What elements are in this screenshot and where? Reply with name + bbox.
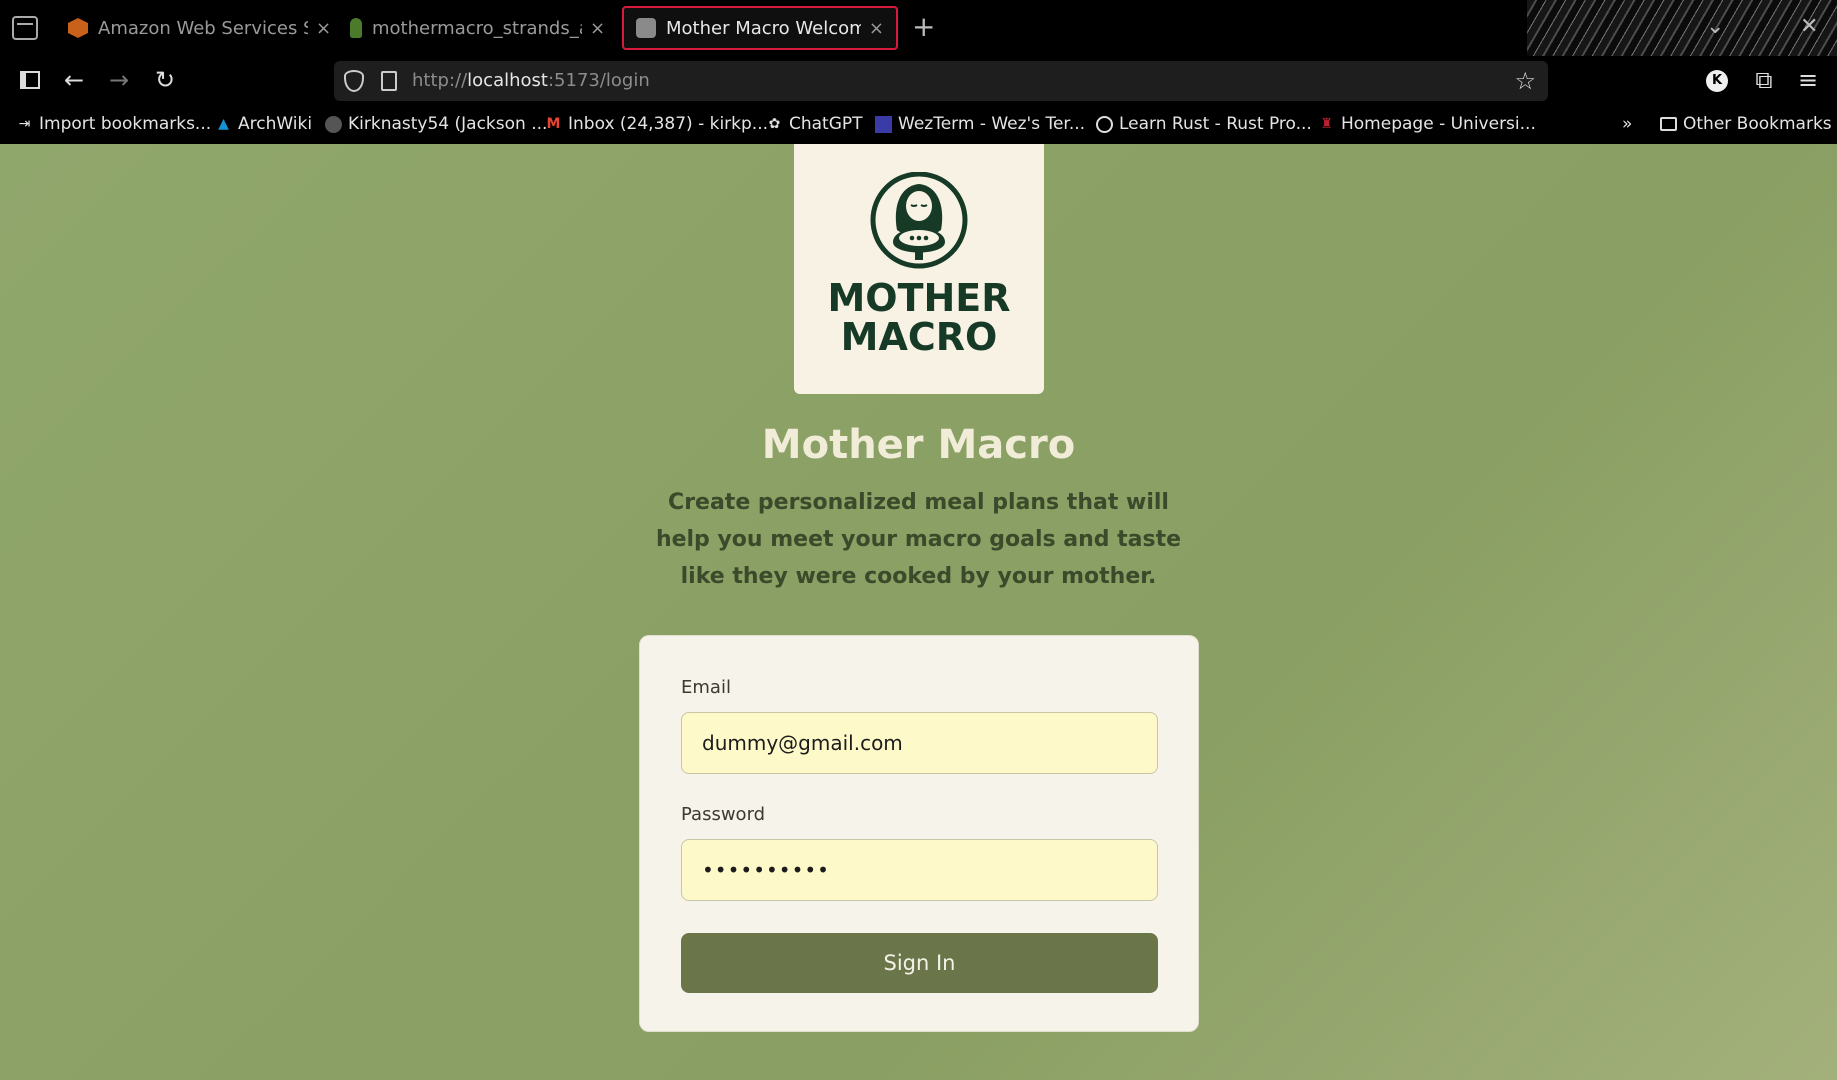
more-bookmarks-icon[interactable]: » [1622,114,1632,134]
close-window-icon[interactable]: ✕ [1800,14,1818,39]
close-icon[interactable]: × [316,18,331,39]
university-icon: ♜ [1320,115,1333,132]
back-icon[interactable]: ← [60,66,88,94]
sign-in-button[interactable]: Sign In [681,933,1158,993]
tab-strands[interactable]: mothermacro_strands_age × [338,6,617,50]
strands-icon [350,18,362,38]
account-avatar[interactable]: K [1706,70,1728,92]
menu-icon[interactable]: ≡ [1794,66,1822,94]
login-form: Email Password Sign In [639,635,1199,1032]
extensions-icon[interactable]: ⧉ [1750,66,1778,94]
tab-bar: Amazon Web Services Sign × mothermacro_s… [0,0,1837,144]
list-tabs-icon[interactable]: ⌄ [1706,14,1724,39]
rust-icon [1096,115,1113,133]
page-content: MOTHER MACRO Mother Macro Create persona… [0,144,1837,1080]
bookmark-star-icon[interactable]: ☆ [1514,67,1536,95]
bookmarks-toolbar: ⇥ Import bookmarks... ▲ ArchWiki Kirknasty… [0,104,1837,144]
close-icon[interactable]: × [590,18,605,39]
shield-icon[interactable] [344,70,364,92]
arch-icon: ▲ [218,115,229,132]
gmail-icon: M [546,115,561,132]
tab-aws[interactable]: Amazon Web Services Sign × [56,6,343,50]
tab-title: Mother Macro Welcome [666,17,861,39]
address-bar[interactable]: http://localhost:5173/login ☆ [334,61,1548,101]
logo-line-2: MACRO [840,315,998,359]
aws-icon [68,18,88,38]
email-label: Email [681,677,731,698]
wezterm-icon [875,115,892,133]
password-field[interactable] [681,839,1158,901]
chatgpt-icon: ✿ [768,115,781,132]
close-icon[interactable]: × [869,18,884,39]
sidebar-toggle-icon[interactable] [16,66,44,94]
bookmark-gmail[interactable]: M Inbox (24,387) - kirkp... [545,114,768,134]
tab-overview-icon[interactable] [12,16,38,40]
other-bookmarks[interactable]: Other Bookmarks [1660,114,1832,134]
bookmark-chatgpt[interactable]: ✿ ChatGPT [766,114,863,134]
password-label: Password [681,804,766,825]
bookmark-university[interactable]: ♜ Homepage - Universi... [1318,114,1536,134]
email-field[interactable] [681,712,1158,774]
github-icon [325,115,342,133]
tagline: Create personalized meal plans that will… [655,490,1182,589]
folder-icon [1660,117,1677,131]
navigation-bar: ← → ↻ http://localhost:5173/login ☆ K ⧉ … [0,56,1837,104]
bookmark-github[interactable]: Kirknasty54 (Jackson ... [325,114,547,134]
new-tab-button[interactable]: + [912,12,935,42]
bookmark-wezterm[interactable]: WezTerm - Wez's Ter... [875,114,1085,134]
url-text[interactable]: http://localhost:5173/login [412,70,650,91]
forward-icon[interactable]: → [105,66,133,94]
tab-title: Amazon Web Services Sign [98,17,308,39]
import-icon: ⇥ [18,115,31,132]
logo-card: MOTHER MACRO [794,144,1044,394]
mother-macro-logo-icon [870,172,968,269]
bookmark-archwiki[interactable]: ▲ ArchWiki [215,114,312,134]
bookmark-import[interactable]: ⇥ Import bookmarks... [16,114,212,134]
mother-macro-favicon-icon [636,18,656,38]
tab-title: mothermacro_strands_age [372,17,582,39]
bookmark-rust[interactable]: Learn Rust - Rust Pro... [1096,114,1312,134]
logo-line-1: MOTHER [827,276,1011,320]
tab-mother-macro[interactable]: Mother Macro Welcome × [622,6,898,50]
reload-icon[interactable]: ↻ [151,66,179,94]
page-info-icon[interactable] [381,71,397,91]
page-title: Mother Macro [761,422,1076,468]
